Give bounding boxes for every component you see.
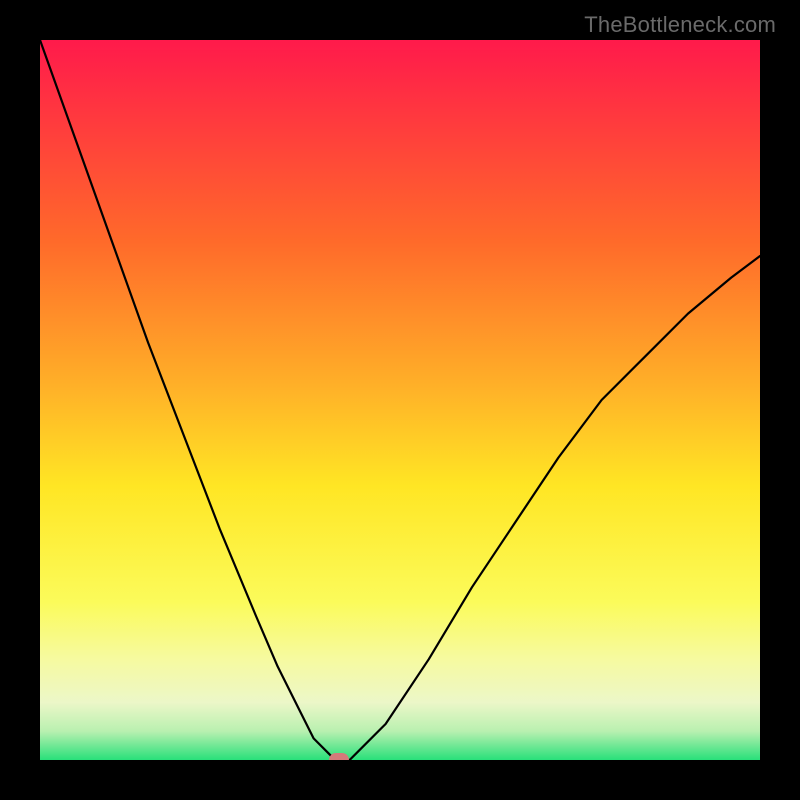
bottleneck-curve-svg <box>40 40 760 760</box>
bottleneck-curve-path <box>40 40 760 760</box>
optimal-point-marker <box>329 753 349 760</box>
plot-area <box>40 40 760 760</box>
watermark-text: TheBottleneck.com <box>584 12 776 38</box>
chart-frame: TheBottleneck.com <box>0 0 800 800</box>
